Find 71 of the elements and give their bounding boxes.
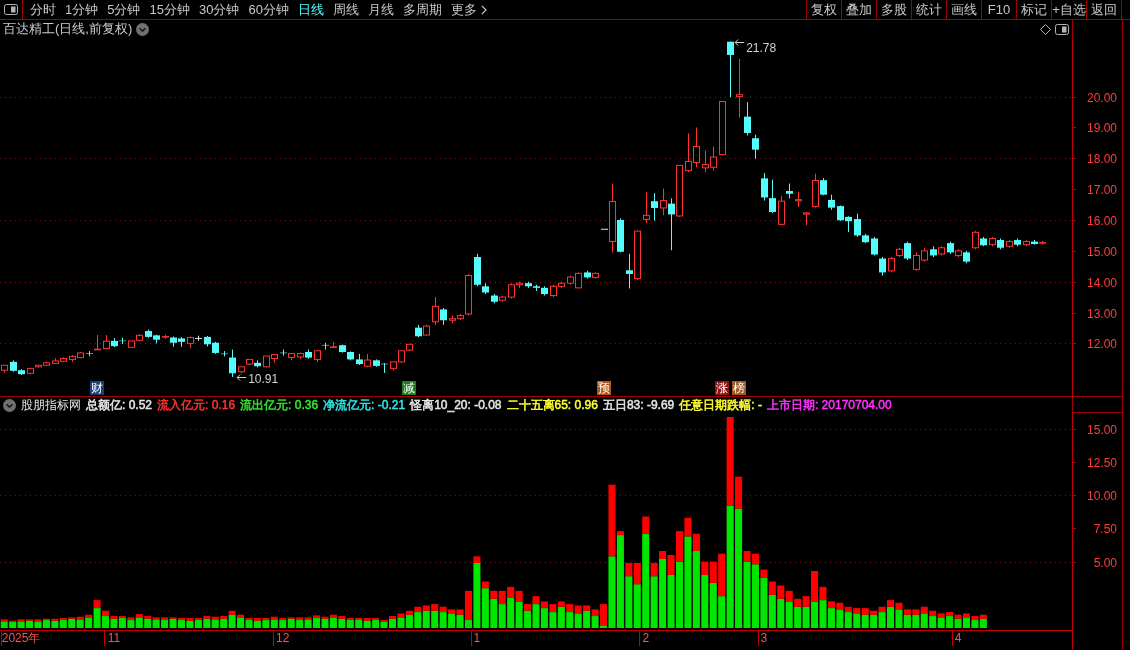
axis-label: 14.00 xyxy=(1086,275,1117,290)
indicator-reading: 二十五离65: 0.96 xyxy=(506,397,598,413)
event-marker[interactable]: 财 xyxy=(90,381,104,395)
chart-title: 百达精工(日线,前复权) xyxy=(3,21,133,37)
candle xyxy=(727,41,734,98)
date-label: 3 xyxy=(760,631,768,645)
chevron-down-icon[interactable] xyxy=(136,22,150,36)
toolbar-button[interactable]: +自选 xyxy=(1051,0,1086,19)
price-label: 21.78 xyxy=(746,40,777,55)
arrow-icon xyxy=(734,39,745,46)
axis-label: 12.00 xyxy=(1086,336,1117,351)
axis-label: 18.00 xyxy=(1086,151,1117,166)
toolbar-button[interactable]: 多股 xyxy=(876,0,911,19)
axis-label: 7.50 xyxy=(1093,521,1117,536)
axis-label: 20.00 xyxy=(1086,90,1117,105)
toolbar-button[interactable]: 返回 xyxy=(1086,0,1121,19)
axis-label: 13.00 xyxy=(1086,306,1117,321)
period-tab[interactable]: 5分钟 xyxy=(103,0,145,19)
indicator-reading: 流入亿元: 0.16 xyxy=(157,397,236,413)
period-tab[interactable]: 日线 xyxy=(293,0,328,19)
indicator-reading: 任意日期跌幅: - xyxy=(679,397,762,413)
period-tab[interactable]: 30分钟 xyxy=(194,0,244,19)
candle xyxy=(795,191,802,208)
period-tab[interactable]: 更多 xyxy=(446,0,491,19)
period-tab[interactable]: 1分钟 xyxy=(61,0,103,19)
panel-toggle-icon[interactable] xyxy=(1055,23,1069,35)
indicator-reading: 总额亿: 0.52 xyxy=(86,397,153,413)
event-marker[interactable]: 减 xyxy=(402,381,416,395)
date-label: 11 xyxy=(107,631,121,645)
toolbar-button[interactable]: 叠加 xyxy=(841,0,876,19)
panel-toggle-icon[interactable] xyxy=(4,4,18,15)
axis-label: 12.50 xyxy=(1086,455,1117,470)
axis-label: 16.00 xyxy=(1086,213,1117,228)
candle xyxy=(803,211,810,226)
indicator-reading: 上市日期: 20170704.00 xyxy=(766,397,892,413)
event-marker[interactable]: 预 xyxy=(597,381,611,395)
arrow-icon xyxy=(236,374,247,381)
toolbar-button[interactable]: 画线 xyxy=(946,0,981,19)
indicator-reading: 净流亿元: -0.21 xyxy=(323,397,406,413)
chevron-down-icon[interactable] xyxy=(3,398,16,412)
period-tab[interactable]: 多周期 xyxy=(398,0,446,19)
toolbar-button[interactable]: 标记 xyxy=(1016,0,1051,19)
period-tab[interactable]: 60分钟 xyxy=(244,0,293,19)
date-label: 4 xyxy=(954,631,962,645)
toolbar-button[interactable]: 统计 xyxy=(911,0,946,19)
period-tab[interactable]: 15分钟 xyxy=(145,0,194,19)
axis-label: 17.00 xyxy=(1086,182,1117,197)
date-label: 1 xyxy=(473,631,481,645)
toolbar-button[interactable]: F10 xyxy=(981,0,1016,19)
toolbar-button[interactable]: 复权 xyxy=(806,0,841,19)
date-label: 2 xyxy=(642,631,650,645)
date-label: 2025年 xyxy=(1,631,41,645)
diamond-icon[interactable] xyxy=(1040,23,1051,35)
indicator-reading: 流出亿元: 0.36 xyxy=(240,397,319,413)
event-marker[interactable]: 涨 xyxy=(715,381,729,395)
indicator-reading: 五日83: -9.69 xyxy=(602,397,675,413)
date-label: 12 xyxy=(276,631,290,645)
axis-label: 19.00 xyxy=(1086,120,1117,135)
axis-label: 10.00 xyxy=(1086,488,1117,503)
price-label: 10.91 xyxy=(248,371,279,386)
chevron-right-icon xyxy=(480,4,487,15)
indicator-reading: 怪离10_20: -0.08 xyxy=(410,397,502,413)
candle xyxy=(719,101,726,156)
period-tab[interactable]: 分时 xyxy=(26,0,60,19)
axis-label: 5.00 xyxy=(1093,555,1117,570)
axis-label: 15.00 xyxy=(1086,244,1117,259)
axis-label: 15.00 xyxy=(1086,422,1117,437)
event-marker[interactable]: 榜 xyxy=(732,381,746,395)
indicator-title: 股朋指标网 xyxy=(21,397,81,413)
period-tab[interactable]: 周线 xyxy=(328,0,363,19)
period-tab[interactable]: 月线 xyxy=(363,0,398,19)
